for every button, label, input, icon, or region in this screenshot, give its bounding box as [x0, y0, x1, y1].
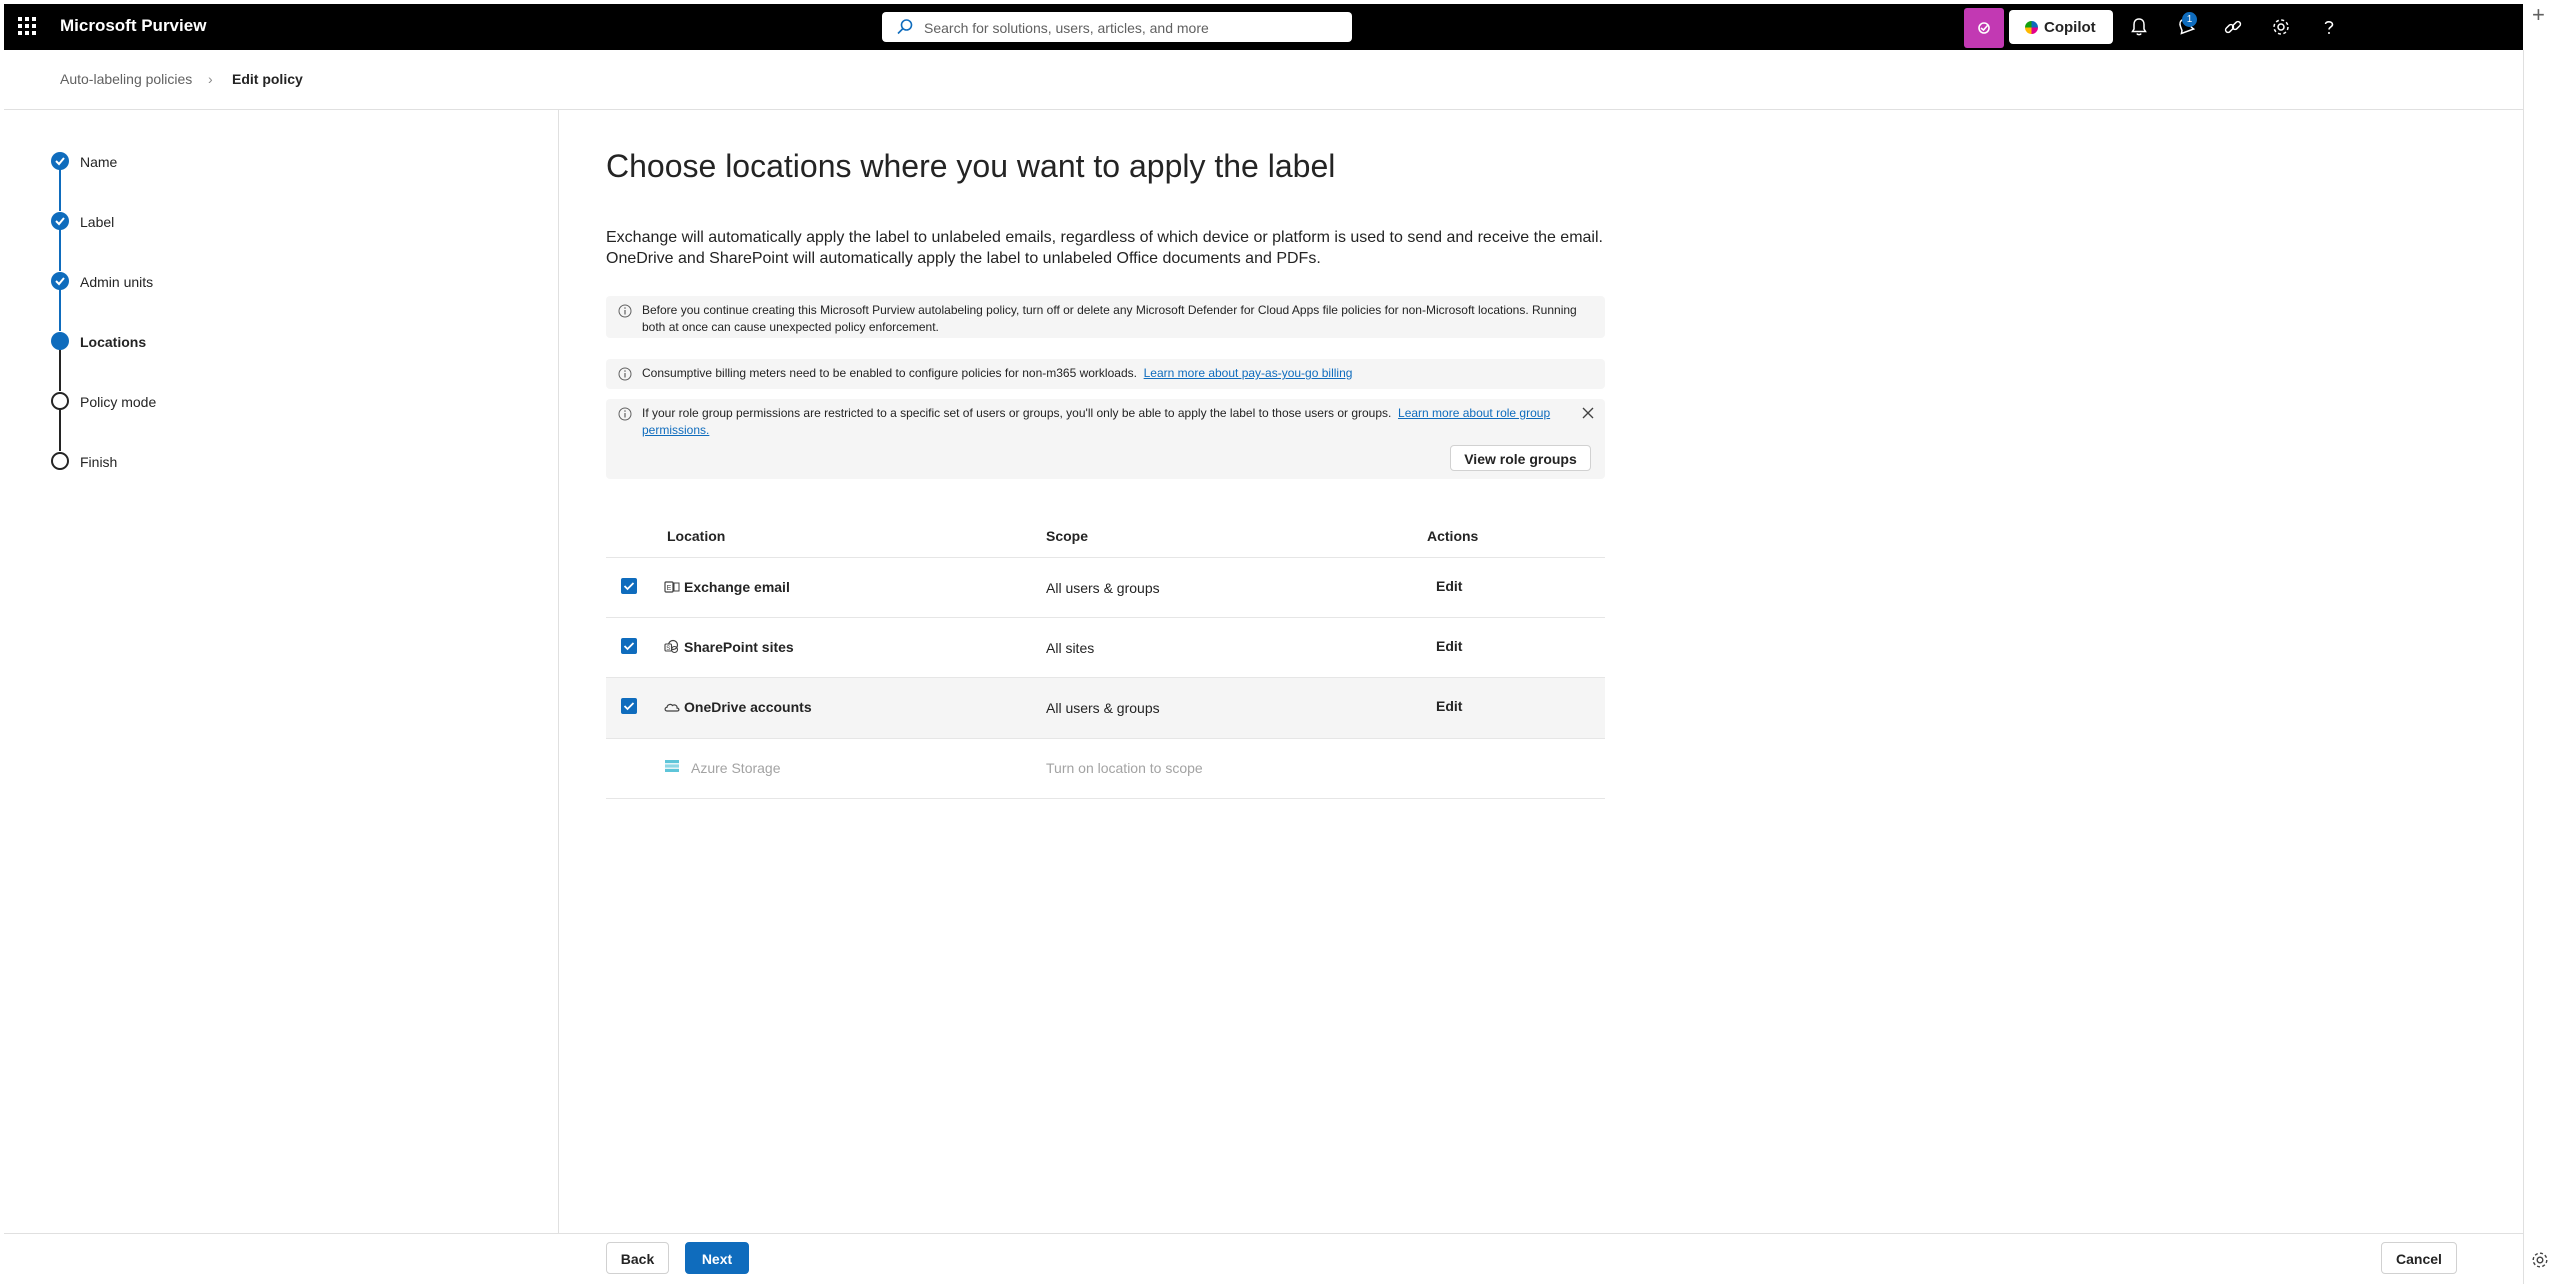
close-icon[interactable]: [1582, 407, 1594, 419]
column-header-actions: Actions: [1427, 528, 1479, 544]
step-policy-mode: Policy mode: [80, 394, 157, 410]
location-name: OneDrive accounts: [684, 699, 812, 715]
copilot-label: Copilot: [2044, 19, 2096, 36]
description-line: Exchange will automatically apply the la…: [606, 229, 1603, 246]
step-connector: [59, 229, 61, 271]
sharepoint-icon: S: [664, 639, 679, 654]
sharepoint-checkbox[interactable]: [621, 638, 637, 654]
gear-icon[interactable]: [2270, 16, 2292, 38]
back-button[interactable]: Back: [606, 1242, 669, 1274]
divider: [2523, 50, 2524, 1284]
info-bar-billing: Consumptive billing meters need to be en…: [606, 359, 1605, 389]
step-admin-units[interactable]: Admin units: [80, 274, 153, 290]
divider: [606, 738, 1605, 739]
app-launcher-icon[interactable]: [18, 17, 38, 37]
info-icon: [618, 367, 632, 381]
edit-sharepoint-button[interactable]: Edit: [1436, 638, 1462, 654]
description-line: OneDrive and SharePoint will automatical…: [606, 250, 1321, 267]
onedrive-checkbox[interactable]: [621, 698, 637, 714]
step-connector: [59, 409, 61, 451]
info-icon: [618, 304, 632, 318]
location-scope: All users & groups: [1046, 580, 1160, 596]
location-scope: All sites: [1046, 640, 1095, 656]
page-title: Choose locations where you want to apply…: [606, 148, 1336, 184]
search-placeholder: Search for solutions, users, articles, a…: [924, 20, 1209, 36]
info-bar-text: If your role group permissions are restr…: [642, 406, 1392, 420]
link-icon[interactable]: [2222, 16, 2244, 38]
divider: [4, 1233, 2523, 1234]
chevron-right-icon: ›: [208, 71, 213, 87]
bell-icon[interactable]: [2128, 16, 2150, 38]
checkmark-icon: [623, 702, 635, 711]
info-bar-text: Before you continue creating this Micros…: [642, 303, 1577, 334]
next-button[interactable]: Next: [685, 1242, 749, 1274]
step-name[interactable]: Name: [80, 154, 117, 170]
info-bar-defender: Before you continue creating this Micros…: [606, 296, 1605, 338]
search-input[interactable]: Search for solutions, users, articles, a…: [882, 12, 1352, 42]
breadcrumb-current: Edit policy: [232, 71, 303, 87]
step-locations[interactable]: Locations: [80, 334, 146, 350]
step-finish: Finish: [80, 454, 118, 470]
edit-onedrive-button[interactable]: Edit: [1436, 698, 1462, 714]
view-role-groups-button[interactable]: View role groups: [1450, 445, 1591, 471]
svg-text:S: S: [666, 646, 670, 652]
add-icon[interactable]: +: [2532, 2, 2545, 28]
location-scope: Turn on location to scope: [1046, 760, 1203, 776]
step-pending-icon: [51, 452, 69, 470]
onedrive-icon: [664, 703, 680, 712]
step-connector: [59, 289, 61, 331]
step-pending-icon: [51, 392, 69, 410]
azure-storage-icon: [665, 760, 679, 772]
svg-text:E: E: [667, 585, 672, 592]
exchange-checkbox[interactable]: [621, 578, 637, 594]
breadcrumb-parent[interactable]: Auto-labeling policies: [60, 71, 192, 87]
location-scope: All users & groups: [1046, 700, 1160, 716]
location-name: Exchange email: [684, 579, 790, 595]
notification-badge: 1: [2182, 12, 2197, 27]
divider: [606, 557, 1605, 558]
exchange-icon: E: [664, 581, 680, 593]
divider: [606, 798, 1605, 799]
column-header-scope[interactable]: Scope: [1046, 528, 1088, 544]
step-current-icon: [51, 332, 69, 350]
copilot-app-button[interactable]: [1964, 8, 2004, 48]
step-label[interactable]: Label: [80, 214, 114, 230]
location-name: SharePoint sites: [684, 639, 794, 655]
info-bar-content: Consumptive billing meters need to be en…: [642, 365, 1592, 382]
divider: [558, 110, 559, 1234]
edit-exchange-button[interactable]: Edit: [1436, 578, 1462, 594]
app-title[interactable]: Microsoft Purview: [60, 16, 206, 36]
divider: [606, 617, 1605, 618]
copilot-icon: [2025, 21, 2038, 34]
info-bar-content: If your role group permissions are restr…: [642, 405, 1572, 439]
checkmark-icon: [623, 582, 635, 591]
copilot-app-icon: [1978, 22, 1990, 34]
help-icon[interactable]: [2318, 16, 2340, 38]
step-complete-icon: [51, 272, 69, 290]
step-complete-icon: [51, 152, 69, 170]
settings-icon[interactable]: [2530, 1250, 2550, 1270]
search-icon: [897, 19, 913, 35]
step-complete-icon: [51, 212, 69, 230]
column-header-location[interactable]: Location: [667, 528, 725, 544]
top-bar: Microsoft Purview Search for solutions, …: [4, 4, 2523, 50]
divider: [4, 109, 2523, 110]
copilot-button[interactable]: Copilot: [2009, 10, 2113, 44]
checkmark-icon: [623, 642, 635, 651]
info-icon: [618, 407, 632, 421]
page-description: Exchange will automatically apply the la…: [606, 227, 1626, 269]
step-connector: [59, 349, 61, 391]
info-bar-text: Consumptive billing meters need to be en…: [642, 366, 1137, 380]
billing-learn-more-link[interactable]: Learn more about pay-as-you-go billing: [1144, 366, 1353, 380]
location-name: Azure Storage: [691, 760, 781, 776]
cancel-button[interactable]: Cancel: [2381, 1242, 2457, 1274]
step-connector: [59, 169, 61, 211]
